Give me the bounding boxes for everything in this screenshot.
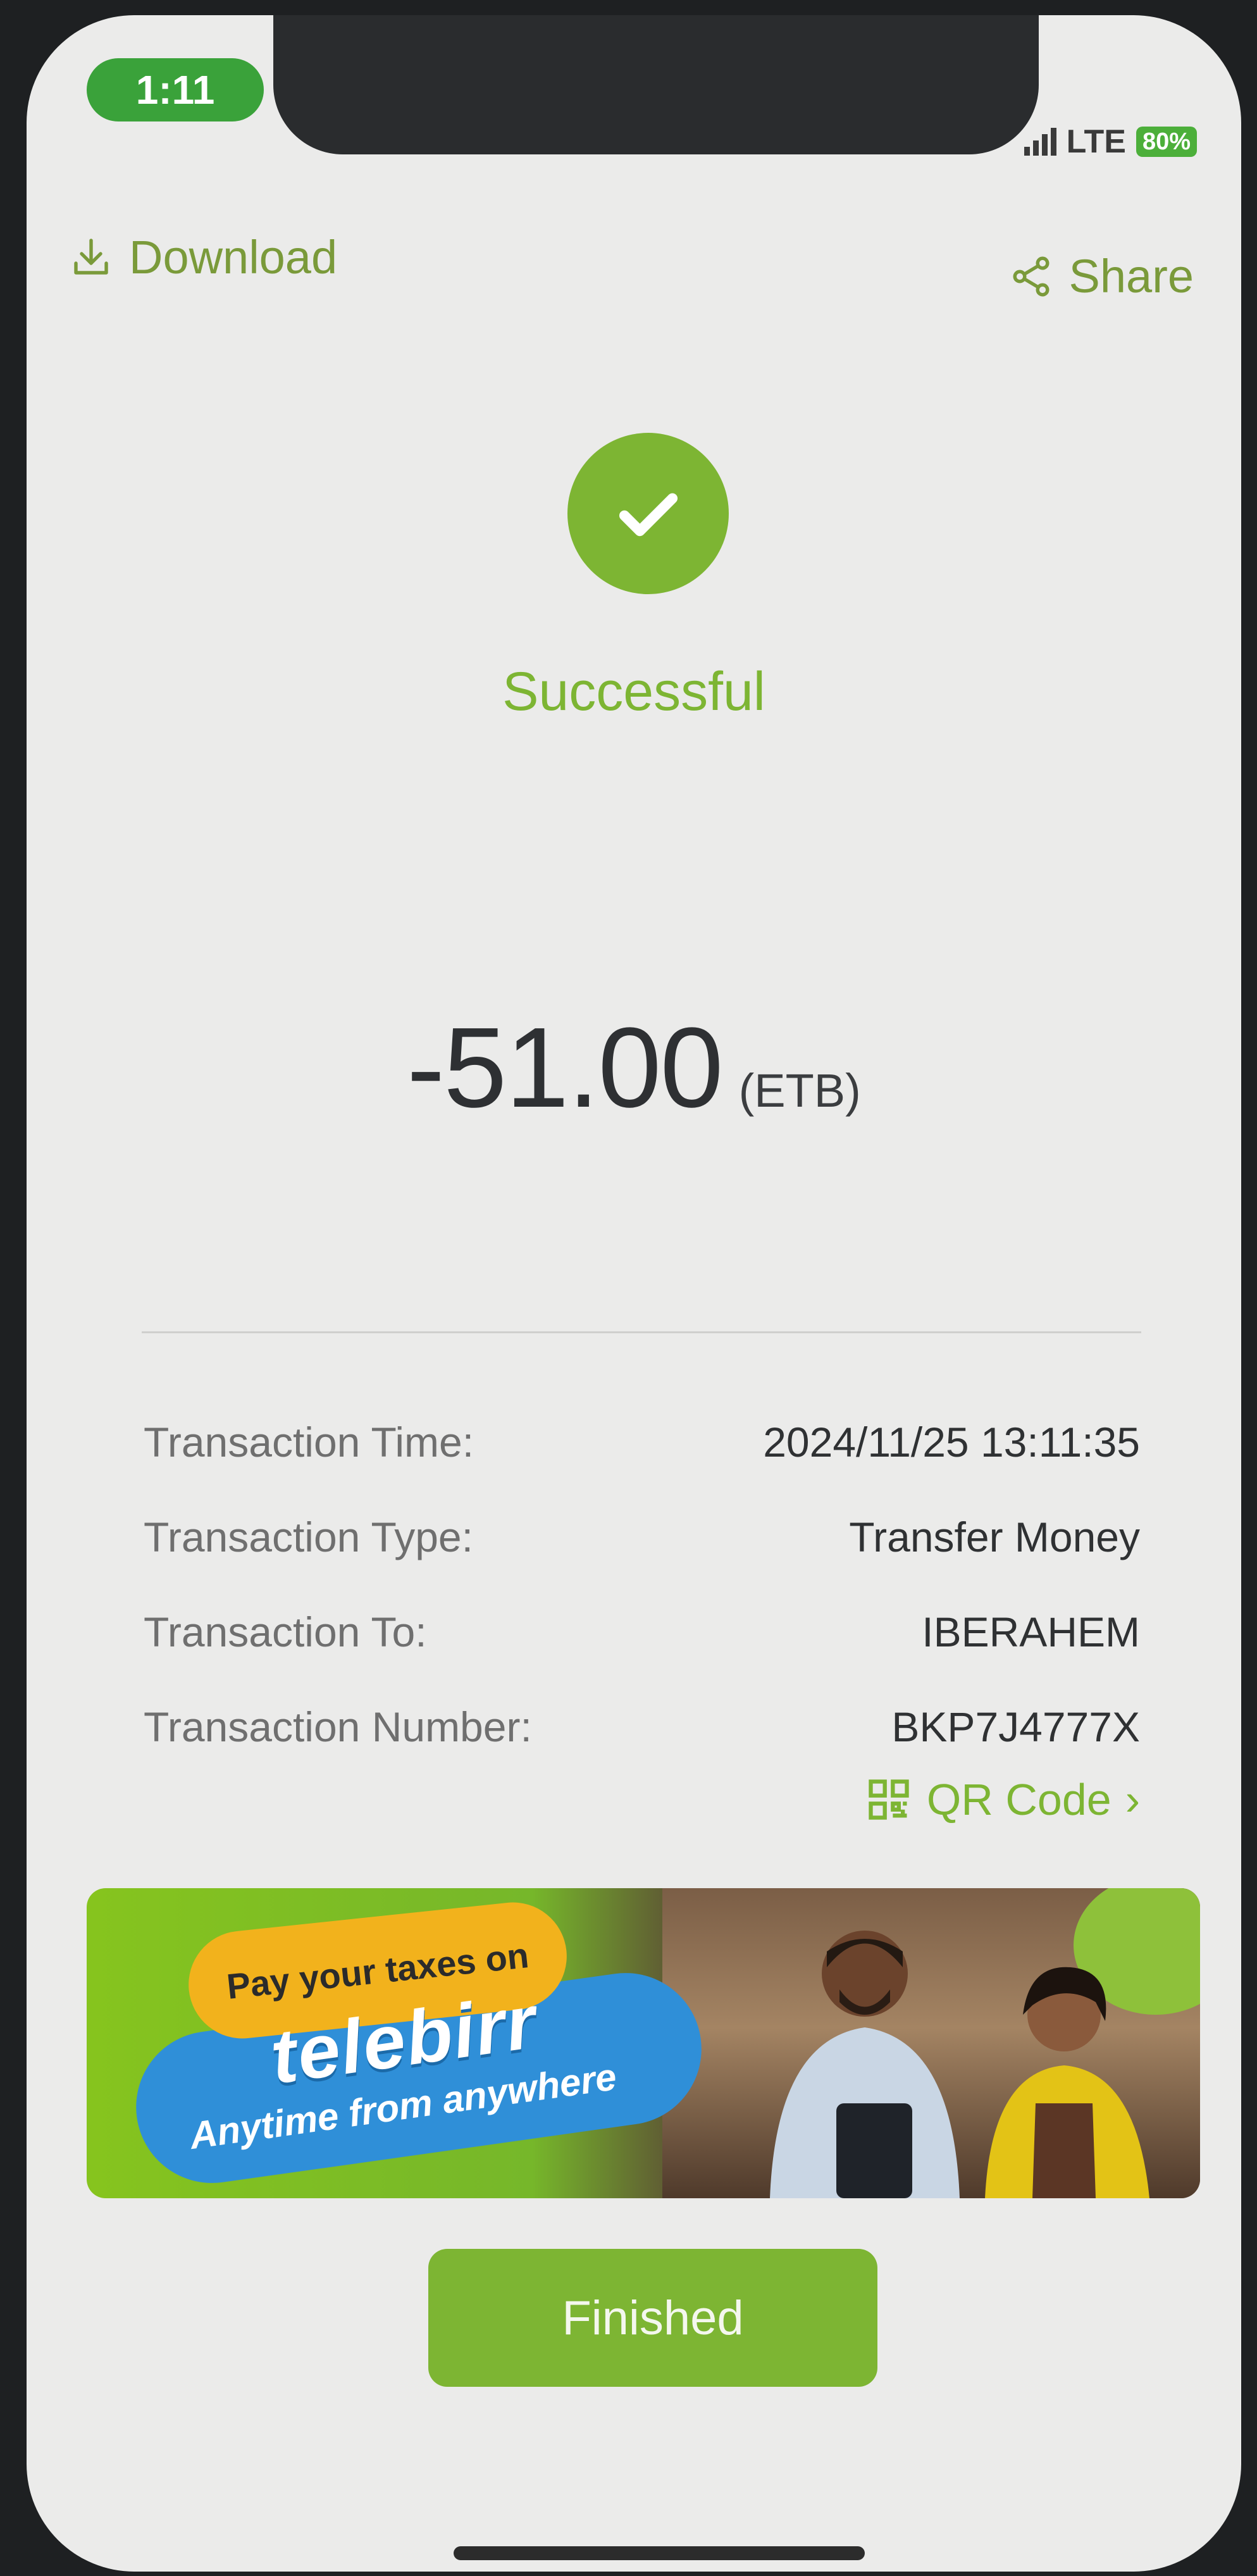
phone-notch [273, 15, 1039, 154]
success-badge [567, 433, 729, 594]
divider [142, 1331, 1141, 1333]
detail-label: Transaction To: [144, 1608, 427, 1655]
detail-row: Transaction Type: Transfer Money [144, 1490, 1140, 1584]
network-type: LTE [1066, 123, 1126, 160]
qr-code-link[interactable]: QR Code › [865, 1774, 1140, 1825]
share-button[interactable]: Share [1008, 249, 1194, 303]
detail-value: IBERAHEM [922, 1608, 1140, 1655]
promo-banner[interactable]: Pay your taxes on telebirr Anytime from … [87, 1888, 1200, 2198]
qr-code-label: QR Code [926, 1775, 1111, 1824]
detail-label: Transaction Time: [144, 1419, 474, 1465]
person-illustration [985, 1967, 1149, 2198]
chevron-right-icon: › [1125, 1775, 1140, 1824]
app-screen: 1:11 LTE 80% Download Share Successful -… [27, 15, 1241, 2572]
detail-value: 2024/11/25 13:11:35 [763, 1419, 1140, 1465]
checkmark-icon [619, 493, 678, 536]
download-button[interactable]: Download [68, 230, 337, 284]
download-label: Download [129, 231, 338, 283]
finished-button[interactable]: Finished [428, 2249, 877, 2387]
detail-label: Transaction Number: [144, 1703, 532, 1750]
detail-value: BKP7J4777X [891, 1703, 1140, 1750]
signal-icon [1024, 128, 1056, 156]
person-illustration [770, 1931, 960, 2198]
status-indicators: LTE 80% [1024, 123, 1197, 161]
share-label: Share [1068, 250, 1194, 302]
detail-row: Transaction Time: 2024/11/25 13:11:35 [144, 1395, 1140, 1490]
detail-label: Transaction Type: [144, 1514, 473, 1560]
transaction-details: Transaction Time: 2024/11/25 13:11:35 Tr… [144, 1395, 1140, 1774]
download-icon [74, 238, 108, 275]
amount-value: -51.00 [407, 1004, 723, 1131]
detail-row: Transaction To: IBERAHEM [144, 1584, 1140, 1679]
detail-row: Transaction Number: BKP7J4777X [144, 1679, 1140, 1774]
share-icon [1013, 256, 1050, 296]
amount-currency: (ETB) [738, 1064, 861, 1117]
status-text: Successful [502, 661, 765, 722]
qr-code-icon [869, 1779, 909, 1820]
detail-value: Transfer Money [849, 1514, 1140, 1560]
status-time: 1:11 [87, 58, 264, 121]
amount-display: -51.00 (ETB) [27, 1002, 1241, 1133]
home-indicator[interactable] [454, 2546, 865, 2560]
battery-icon: 80% [1136, 127, 1197, 157]
